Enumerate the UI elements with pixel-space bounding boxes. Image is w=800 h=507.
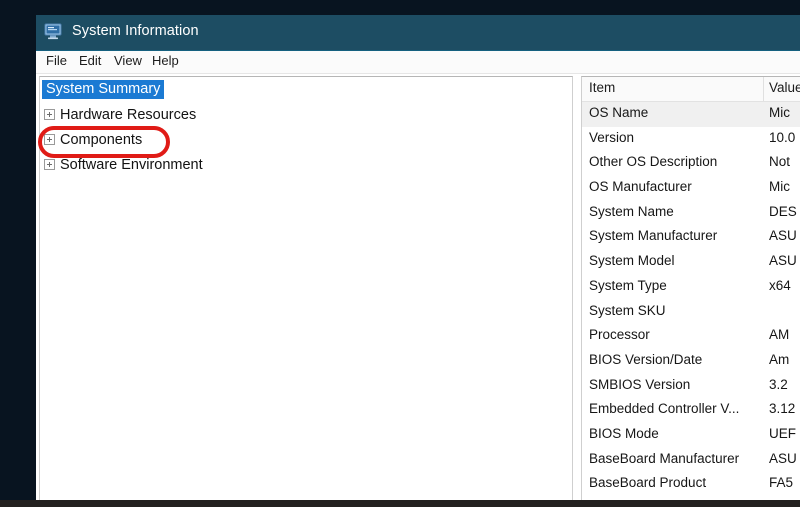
cell-value: x64 — [769, 277, 791, 293]
cell-item: BIOS Mode — [589, 425, 659, 441]
cell-item: Processor — [589, 327, 650, 343]
table-row[interactable]: Other OS Description Not — [582, 151, 800, 176]
details-rows: OS Name Mic Version 10.0 Other OS Descri… — [582, 102, 800, 497]
expand-plus-icon[interactable] — [44, 134, 55, 145]
menu-file[interactable]: File — [43, 53, 70, 68]
cell-item: System Manufacturer — [589, 228, 718, 244]
cell-item: System Model — [589, 253, 675, 269]
screen: System Information File Edit View Help S… — [0, 0, 800, 507]
tree-item-label: Software Environment — [60, 156, 203, 173]
cell-value: ASU — [769, 450, 797, 466]
cell-item: System Type — [589, 277, 667, 293]
tree-item-software-environment[interactable]: Software Environment — [40, 152, 572, 177]
cell-value: ASU — [769, 228, 797, 244]
window-body: System Summary Hardware Resources Compon… — [36, 74, 800, 500]
column-header-item[interactable]: Item — [589, 80, 615, 95]
cell-value: Am — [769, 351, 790, 367]
tree-item-hardware-resources[interactable]: Hardware Resources — [40, 102, 572, 127]
navigation-tree[interactable]: System Summary Hardware Resources Compon… — [39, 76, 573, 500]
table-row[interactable]: OS Name Mic — [582, 102, 800, 127]
tree-item-components[interactable]: Components — [40, 127, 572, 152]
window-title: System Information — [72, 23, 199, 39]
cell-value: 3.12 — [769, 401, 796, 417]
table-row[interactable]: Embedded Controller V... 3.12 — [582, 398, 800, 423]
table-row[interactable]: System Name DES — [582, 201, 800, 226]
menubar: File Edit View Help — [36, 51, 800, 74]
cell-value: 10.0 — [769, 129, 796, 145]
cell-value: UEF — [769, 425, 796, 441]
system-information-window: System Information File Edit View Help S… — [36, 15, 800, 500]
cell-item: SMBIOS Version — [589, 376, 691, 392]
menu-view[interactable]: View — [111, 53, 145, 68]
cell-item: System Name — [589, 203, 674, 219]
cell-value: Mic — [769, 105, 790, 120]
expand-plus-icon[interactable] — [44, 109, 55, 120]
cell-value: Mic — [769, 179, 790, 195]
tree-item-system-summary[interactable]: System Summary — [40, 77, 572, 102]
table-row[interactable]: SMBIOS Version 3.2 — [582, 374, 800, 399]
table-row[interactable]: BaseBoard Manufacturer ASU — [582, 448, 800, 473]
expand-plus-icon[interactable] — [44, 159, 55, 170]
menu-edit[interactable]: Edit — [76, 53, 104, 68]
cell-item: OS Manufacturer — [589, 179, 692, 195]
cell-item: Version — [589, 129, 635, 145]
column-header-value[interactable]: Value — [769, 80, 800, 95]
cell-item: BaseBoard Manufacturer — [589, 450, 740, 466]
table-row[interactable]: System Model ASU — [582, 250, 800, 275]
window-titlebar[interactable]: System Information — [36, 15, 800, 51]
computer-monitor-icon — [44, 23, 64, 41]
tree-item-label: Hardware Resources — [60, 106, 197, 123]
details-list[interactable]: Item Value OS Name Mic Version 10.0 Othe… — [581, 76, 800, 500]
cell-item: BIOS Version/Date — [589, 351, 703, 367]
cell-item: BaseBoard Product — [589, 475, 707, 491]
cell-value: FA5 — [769, 475, 794, 491]
cell-value: 3.2 — [769, 376, 788, 392]
cell-value: DES — [769, 203, 797, 219]
table-row[interactable]: BIOS Mode UEF — [582, 423, 800, 448]
cell-value: ASU — [769, 253, 797, 269]
table-row[interactable]: Version 10.0 — [582, 127, 800, 152]
table-row[interactable]: BaseBoard Product FA5 — [582, 472, 800, 497]
cell-value: AM — [769, 327, 790, 343]
column-divider[interactable] — [763, 77, 764, 101]
table-row[interactable]: System SKU — [582, 300, 800, 325]
cell-item: OS Name — [589, 105, 649, 120]
table-row[interactable]: OS Manufacturer Mic — [582, 176, 800, 201]
cell-item: Other OS Description — [589, 154, 718, 170]
tree-item-label: Components — [60, 131, 143, 148]
table-row[interactable]: System Manufacturer ASU — [582, 225, 800, 250]
tree-item-label: System Summary — [42, 79, 165, 100]
menu-help[interactable]: Help — [149, 53, 182, 68]
pane-splitter[interactable] — [574, 76, 580, 499]
table-row[interactable]: System Type x64 — [582, 275, 800, 300]
details-column-header: Item Value — [582, 77, 800, 102]
cell-item: System SKU — [589, 302, 666, 318]
cell-value: Not — [769, 154, 791, 170]
desktop-bottom-strip — [0, 500, 800, 507]
table-row[interactable]: Processor AM — [582, 324, 800, 349]
table-row[interactable]: BIOS Version/Date Am — [582, 349, 800, 374]
cell-item: Embedded Controller V... — [589, 401, 740, 417]
